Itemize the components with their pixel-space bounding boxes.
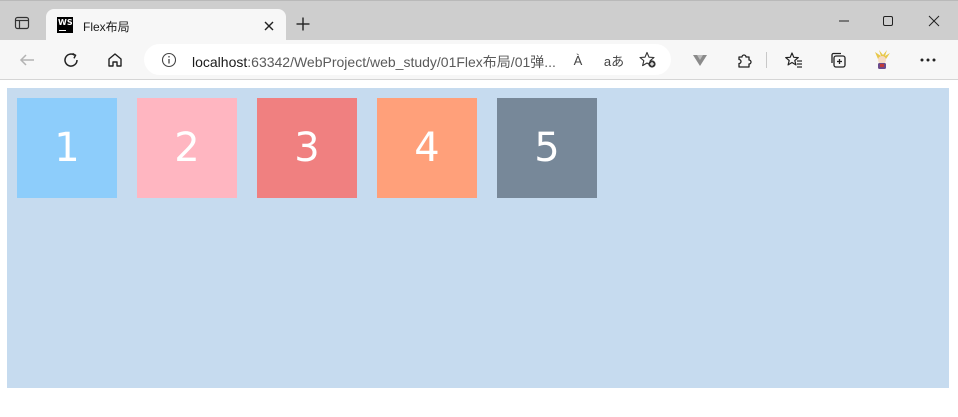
collections-icon[interactable] (824, 46, 852, 74)
flex-item-3: 3 (257, 98, 357, 198)
tab-actions-icon[interactable] (8, 9, 36, 37)
back-arrow-icon[interactable] (13, 46, 41, 74)
extension-vue-icon[interactable] (686, 46, 714, 74)
tab-title: Flex布局 (83, 20, 130, 34)
tab-strip: WS Flex布局 (0, 0, 958, 42)
maximize-icon[interactable] (866, 5, 910, 37)
tab-flex-layout[interactable]: WS Flex布局 (46, 9, 286, 42)
read-aloud-icon[interactable]: À (568, 50, 588, 70)
site-info-icon[interactable] (159, 50, 179, 70)
minimize-icon[interactable] (822, 5, 866, 37)
flex-item-2: 2 (137, 98, 237, 198)
more-options-icon[interactable] (914, 46, 942, 74)
translate-glyph: aあ (603, 53, 625, 69)
page-viewport: 1 2 3 4 5 (0, 81, 958, 417)
url-host: localhost (192, 54, 248, 70)
browser-toolbar: localhost:63342/WebProject/web_study/01F… (0, 40, 958, 80)
webstorm-favicon-icon: WS (57, 17, 73, 33)
toolbar-divider (766, 52, 767, 68)
extensions-puzzle-icon[interactable] (730, 46, 758, 74)
browser-window: WS Flex布局 localhost:63342/WebProject/web… (0, 0, 958, 417)
flex-item-5: 5 (497, 98, 597, 198)
url-text[interactable]: localhost:63342/WebProject/web_study/01F… (192, 52, 562, 72)
flex-item-1: 1 (17, 98, 117, 198)
flex-item-4: 4 (377, 98, 477, 198)
translate-icon[interactable]: aあ (602, 50, 626, 70)
profile-avatar-icon[interactable] (868, 46, 896, 74)
home-icon[interactable] (101, 46, 129, 74)
refresh-icon[interactable] (57, 46, 85, 74)
flex-container: 1 2 3 4 5 (7, 88, 949, 388)
tab-close-icon[interactable] (260, 17, 278, 35)
new-tab-plus-icon[interactable] (290, 11, 316, 37)
favorites-icon[interactable] (780, 46, 808, 74)
favorite-add-icon[interactable] (638, 50, 658, 70)
close-window-icon[interactable] (912, 5, 956, 37)
read-aloud-glyph: À (573, 52, 583, 68)
favicon-text: WS (58, 18, 73, 27)
address-bar[interactable]: localhost:63342/WebProject/web_study/01F… (144, 44, 671, 75)
url-path: :63342/WebProject/web_study/01Flex布局/01弹… (247, 54, 556, 70)
